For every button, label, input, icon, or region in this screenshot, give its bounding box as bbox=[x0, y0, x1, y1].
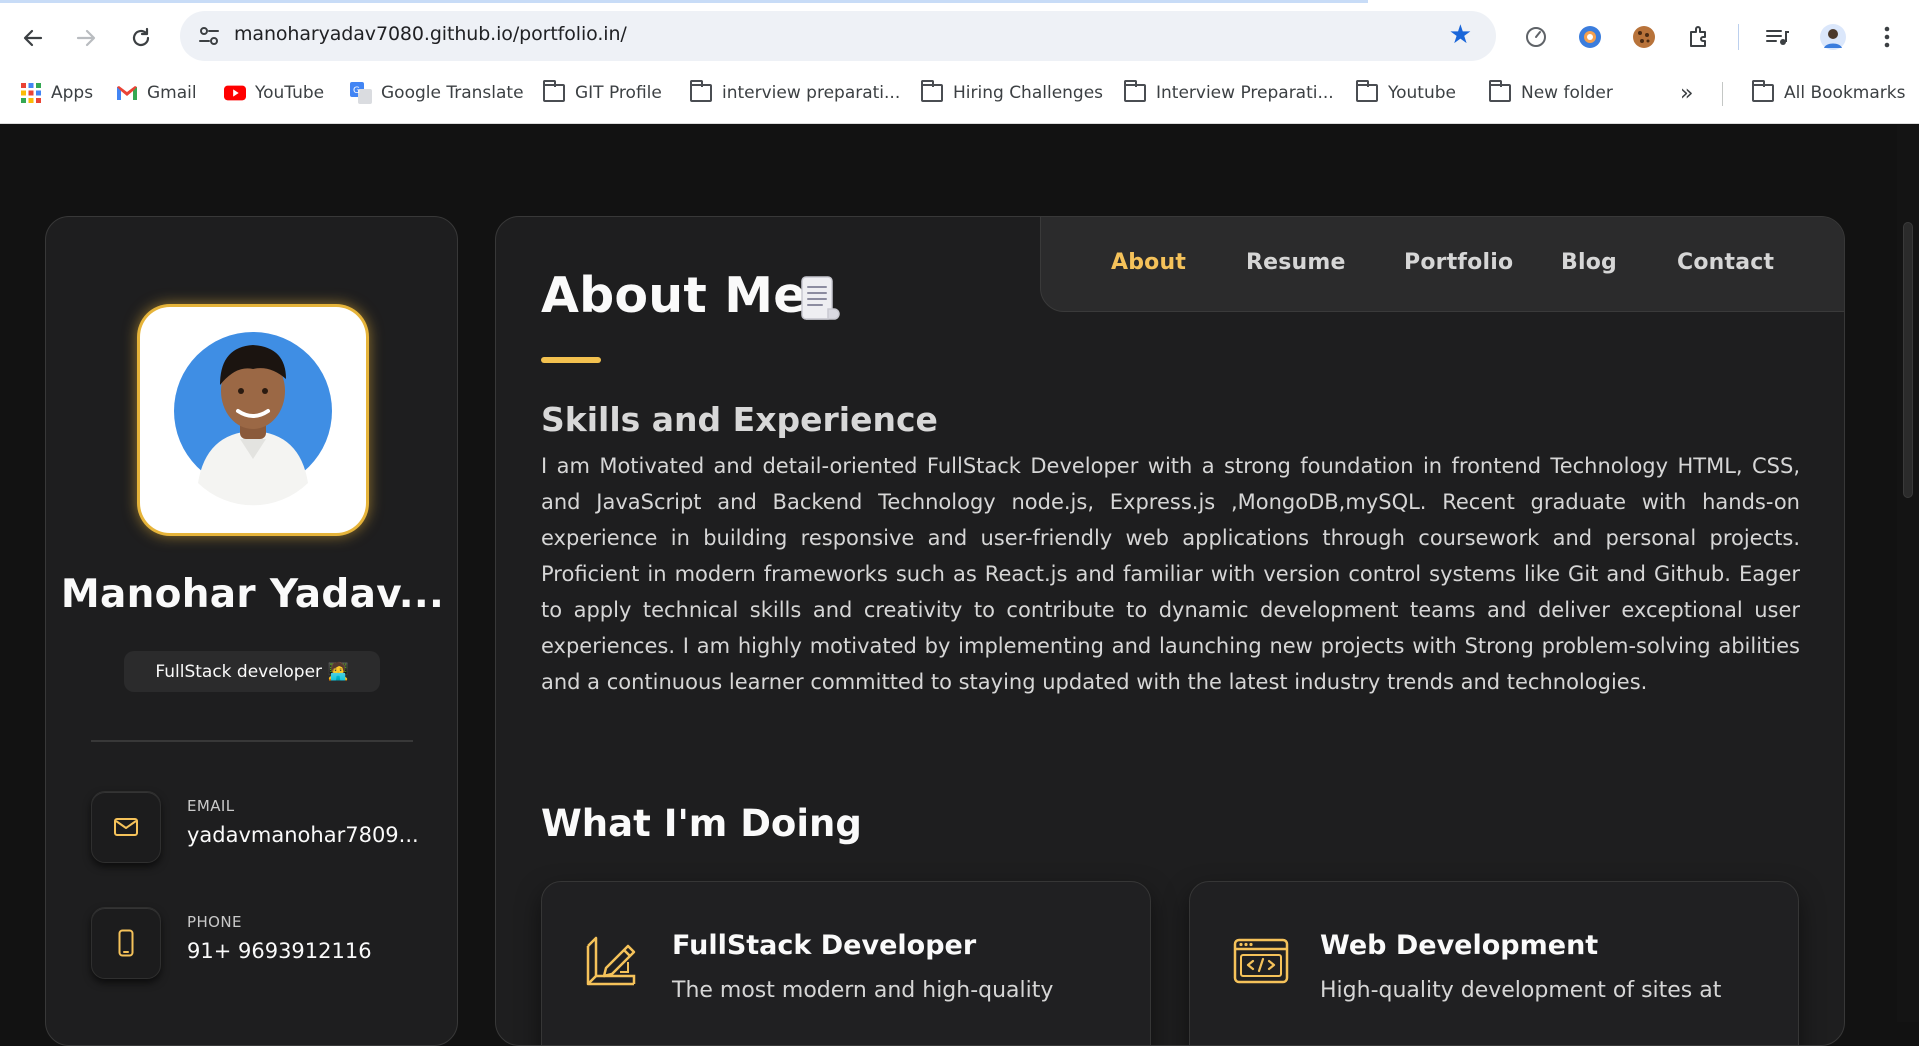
toolbar-separator bbox=[1738, 24, 1739, 50]
performance-icon[interactable] bbox=[1521, 22, 1551, 52]
profile-name: Manohar Yadav... bbox=[60, 572, 445, 617]
folder-icon bbox=[921, 80, 943, 102]
tab-resume[interactable]: Resume bbox=[1246, 250, 1346, 275]
bookmark-label: New folder bbox=[1521, 83, 1613, 103]
page-scrollbar-thumb[interactable] bbox=[1903, 222, 1913, 498]
contact-email: EMAIL yadavmanohar7809... bbox=[91, 791, 421, 865]
bookmark-gmail[interactable]: Gmail bbox=[116, 76, 197, 110]
tab-blog[interactable]: Blog bbox=[1561, 250, 1617, 275]
google-translate-icon: G bbox=[350, 82, 372, 104]
bookmark-star-icon[interactable]: ★ bbox=[1449, 21, 1472, 49]
profile-photo bbox=[174, 332, 332, 506]
bookmark-folder-hiring-challenges[interactable]: Hiring Challenges bbox=[921, 76, 1103, 110]
bookmark-label: Apps bbox=[51, 83, 94, 103]
folder-icon bbox=[1356, 80, 1378, 102]
design-pencil-icon bbox=[586, 936, 636, 986]
bookmark-label: interview preparati... bbox=[722, 83, 901, 103]
folder-icon bbox=[1489, 80, 1511, 102]
address-bar[interactable]: manoharyadav7080.github.io/portfolio.in/… bbox=[180, 11, 1496, 61]
url-text[interactable]: manoharyadav7080.github.io/portfolio.in/ bbox=[234, 23, 627, 45]
bookmark-label: Gmail bbox=[147, 83, 197, 103]
cookie-icon[interactable] bbox=[1629, 22, 1659, 52]
bookmarks-overflow-button[interactable]: » bbox=[1680, 76, 1693, 110]
bookmarks-bar: Apps Gmail YouTube G Google Translate GI… bbox=[0, 76, 1919, 110]
contact-phone: PHONE 91+ 9693912116 bbox=[91, 907, 421, 981]
service-card-fullstack: FullStack Developer The most modern and … bbox=[541, 881, 1151, 1045]
phone-link[interactable]: 91+ 9693912116 bbox=[187, 939, 372, 963]
folder-icon bbox=[543, 80, 565, 102]
contact-label: PHONE bbox=[187, 913, 242, 931]
folder-icon bbox=[690, 80, 712, 102]
bookmark-label: GIT Profile bbox=[575, 83, 662, 103]
bookmark-youtube[interactable]: YouTube bbox=[224, 76, 324, 110]
title-underline bbox=[541, 357, 601, 363]
bookmark-all-bookmarks[interactable]: All Bookmarks bbox=[1752, 76, 1905, 110]
service-text: The most modern and high-quality bbox=[672, 978, 1054, 1003]
code-window-icon bbox=[1233, 938, 1289, 984]
avatar bbox=[140, 307, 366, 533]
folder-icon bbox=[1124, 80, 1146, 102]
main-content-card: About Resume Portfolio Blog Contact Abou… bbox=[495, 216, 1845, 1046]
extension-circle-icon[interactable] bbox=[1575, 22, 1605, 52]
forward-icon[interactable] bbox=[70, 22, 102, 54]
reload-icon[interactable] bbox=[125, 22, 157, 54]
gmail-icon bbox=[117, 86, 137, 100]
service-title: Web Development bbox=[1320, 930, 1599, 961]
profile-sidebar: Manohar Yadav... FullStack developer 🧑‍💻… bbox=[45, 216, 458, 1046]
tab-about[interactable]: About bbox=[1111, 250, 1186, 275]
tab-portfolio[interactable]: Portfolio bbox=[1404, 250, 1513, 275]
bookmark-folder-youtube[interactable]: Youtube bbox=[1356, 76, 1456, 110]
page-title: About Me bbox=[541, 267, 807, 324]
bookmark-google-translate[interactable]: G Google Translate bbox=[350, 76, 524, 110]
bookmark-label: Interview Preparati... bbox=[1156, 83, 1334, 103]
bookmark-label: All Bookmarks bbox=[1784, 83, 1906, 103]
contact-label: EMAIL bbox=[187, 797, 235, 815]
folder-icon bbox=[1752, 80, 1774, 102]
media-queue-icon[interactable] bbox=[1762, 22, 1792, 52]
bookmarks-separator bbox=[1722, 82, 1723, 106]
service-card-web-development: Web Development High-quality development… bbox=[1189, 881, 1799, 1045]
section-navbar: About Resume Portfolio Blog Contact bbox=[1040, 217, 1844, 312]
bookmark-label: Youtube bbox=[1388, 83, 1456, 103]
bookmark-folder-git-profile[interactable]: GIT Profile bbox=[543, 76, 662, 110]
skills-heading: Skills and Experience bbox=[541, 400, 938, 439]
about-paragraph: I am Motivated and detail-oriented FullS… bbox=[541, 454, 1800, 694]
doing-heading: What I'm Doing bbox=[541, 802, 862, 845]
bookmark-apps[interactable]: Apps bbox=[20, 76, 93, 110]
tab-contact[interactable]: Contact bbox=[1677, 250, 1774, 275]
site-settings-icon[interactable] bbox=[197, 24, 221, 48]
service-title: FullStack Developer bbox=[672, 930, 977, 961]
sidebar-divider bbox=[91, 740, 413, 742]
bookmark-folder-interview-preparation-2[interactable]: Interview Preparati... bbox=[1124, 76, 1334, 110]
mail-icon bbox=[91, 791, 161, 863]
browser-menu-icon[interactable] bbox=[1872, 22, 1902, 52]
svg-text:G: G bbox=[353, 86, 360, 96]
bookmark-label: Hiring Challenges bbox=[953, 83, 1104, 103]
email-link[interactable]: yadavmanohar7809... bbox=[187, 823, 419, 847]
page-load-bar bbox=[0, 0, 1368, 3]
back-icon[interactable] bbox=[17, 22, 49, 54]
bookmark-folder-interview-preparation[interactable]: interview preparati... bbox=[690, 76, 900, 110]
apps-grid-icon bbox=[21, 83, 41, 103]
bookmark-folder-new-folder[interactable]: New folder bbox=[1489, 76, 1613, 110]
profile-title-badge: FullStack developer 🧑‍💻 bbox=[124, 651, 380, 692]
browser-toolbar: manoharyadav7080.github.io/portfolio.in/… bbox=[0, 0, 1919, 124]
extensions-puzzle-icon[interactable] bbox=[1684, 22, 1714, 52]
bookmark-label: Google Translate bbox=[381, 83, 524, 103]
youtube-icon bbox=[224, 85, 246, 101]
service-text: High-quality development of sites at bbox=[1320, 978, 1722, 1003]
phone-icon bbox=[91, 907, 161, 979]
profile-avatar-icon[interactable] bbox=[1818, 22, 1848, 52]
bookmark-label: YouTube bbox=[255, 83, 325, 103]
scroll-paper-icon bbox=[801, 276, 840, 320]
